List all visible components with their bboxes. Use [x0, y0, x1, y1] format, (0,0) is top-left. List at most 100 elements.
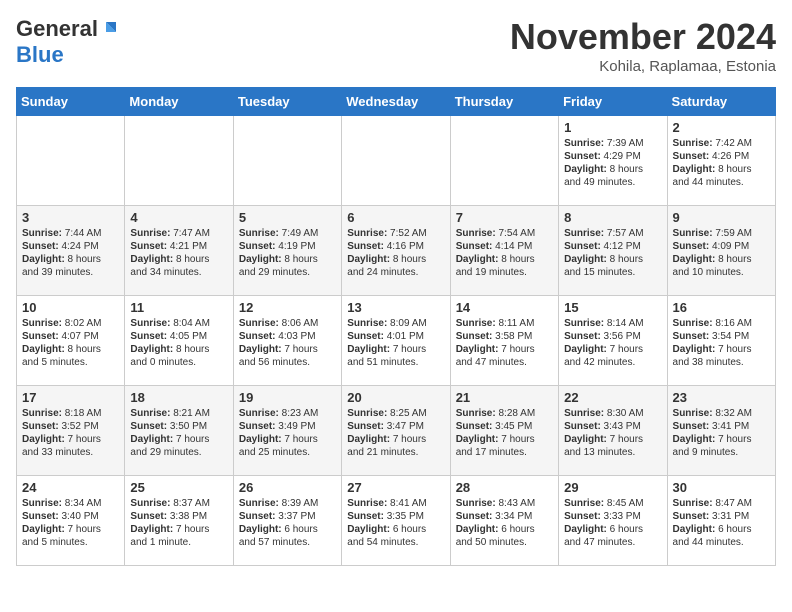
day-number: 22 [564, 390, 661, 405]
calendar-cell: 14Sunrise: 8:11 AMSunset: 3:58 PMDayligh… [450, 296, 558, 386]
calendar-week-0: 1Sunrise: 7:39 AMSunset: 4:29 PMDaylight… [17, 116, 776, 206]
calendar-cell [125, 116, 233, 206]
calendar-cell: 3Sunrise: 7:44 AMSunset: 4:24 PMDaylight… [17, 206, 125, 296]
calendar-cell: 15 Sunrise: 8:14 AMSunset: 3:56 PMDayligh… [559, 296, 667, 386]
calendar-cell [233, 116, 341, 206]
logo-blue: Blue [16, 42, 64, 67]
calendar-cell: 30Sunrise: 8:47 AMSunset: 3:31 PMDayligh… [667, 476, 775, 566]
calendar-cell: 12 Sunrise: 8:06 AMSunset: 4:03 PMDayligh… [233, 296, 341, 386]
day-info: Sunrise: 8:09 AM [347, 317, 444, 330]
calendar-cell: 1Sunrise: 7:39 AMSunset: 4:29 PMDaylight… [559, 116, 667, 206]
day-info: Sunrise: 8:47 AM [673, 497, 770, 510]
calendar-cell: 8Sunrise: 7:57 AMSunset: 4:12 PMDaylight… [559, 206, 667, 296]
day-number: 10 [22, 300, 119, 315]
day-number: 28 [456, 480, 553, 495]
day-info: Sunset: 4:26 PM [673, 150, 770, 163]
day-info: Sunrise: 8:32 AM [673, 407, 770, 420]
day-info: Sunset: 3:35 PM [347, 510, 444, 523]
daylight-hours: Daylight: 8 hours and 44 minutes. [673, 163, 770, 189]
day-info: Sunset: 3:38 PM [130, 510, 227, 523]
calendar-cell: 4Sunrise: 7:47 AMSunset: 4:21 PMDaylight… [125, 206, 233, 296]
daylight-hours: Daylight: 8 hours and 0 minutes. [130, 343, 227, 369]
day-number: 12 [239, 300, 336, 315]
calendar-cell: 23Sunrise: 8:32 AMSunset: 3:41 PMDayligh… [667, 386, 775, 476]
day-info: Sunrise: 7:59 AM [673, 227, 770, 240]
day-info: Sunset: 3:49 PM [239, 420, 336, 433]
day-info: Sunrise: 8:43 AM [456, 497, 553, 510]
day-info: Sunrise: 8:04 AM [130, 317, 227, 330]
day-info: Sunrise: 7:52 AM [347, 227, 444, 240]
daylight-hours: Daylight: 7 hours and 25 minutes. [239, 433, 336, 459]
day-number: 20 [347, 390, 444, 405]
day-info: Sunrise: 8:41 AM [347, 497, 444, 510]
day-info: Sunset: 4:21 PM [130, 240, 227, 253]
calendar-cell: 22Sunrise: 8:30 AMSunset: 3:43 PMDayligh… [559, 386, 667, 476]
day-info: Sunset: 3:33 PM [564, 510, 661, 523]
header: General Blue November 2024 Kohila, Rapla… [16, 16, 776, 75]
daylight-hours: Daylight: 7 hours and 33 minutes. [22, 433, 119, 459]
day-info: Sunrise: 7:57 AM [564, 227, 661, 240]
daylight-hours: Daylight: 8 hours and 29 minutes. [239, 253, 336, 279]
col-header-friday: Friday [559, 88, 667, 116]
day-info: Sunset: 3:40 PM [22, 510, 119, 523]
daylight-hours: Daylight: 7 hours and 29 minutes. [130, 433, 227, 459]
day-number: 15 [564, 300, 661, 315]
day-info: Sunset: 4:03 PM [239, 330, 336, 343]
daylight-hours: Daylight: 7 hours and 56 minutes. [239, 343, 336, 369]
day-number: 29 [564, 480, 661, 495]
day-info: Sunrise: 8:14 AM [564, 317, 661, 330]
daylight-hours: Daylight: 7 hours and 1 minute. [130, 523, 227, 549]
day-info: Sunrise: 8:28 AM [456, 407, 553, 420]
daylight-hours: Daylight: 8 hours and 34 minutes. [130, 253, 227, 279]
day-number: 13 [347, 300, 444, 315]
calendar-cell: 26Sunrise: 8:39 AMSunset: 3:37 PMDayligh… [233, 476, 341, 566]
month-title: November 2024 [510, 16, 776, 58]
calendar-cell: 24Sunrise: 8:34 AMSunset: 3:40 PMDayligh… [17, 476, 125, 566]
calendar-body: 1Sunrise: 7:39 AMSunset: 4:29 PMDaylight… [17, 116, 776, 566]
calendar-cell: 5Sunrise: 7:49 AMSunset: 4:19 PMDaylight… [233, 206, 341, 296]
calendar-cell: 27Sunrise: 8:41 AMSunset: 3:35 PMDayligh… [342, 476, 450, 566]
daylight-hours: Daylight: 6 hours and 54 minutes. [347, 523, 444, 549]
calendar-header-row: SundayMondayTuesdayWednesdayThursdayFrid… [17, 88, 776, 116]
daylight-hours: Daylight: 8 hours and 49 minutes. [564, 163, 661, 189]
day-info: Sunrise: 8:06 AM [239, 317, 336, 330]
day-info: Sunset: 3:47 PM [347, 420, 444, 433]
daylight-hours: Daylight: 6 hours and 50 minutes. [456, 523, 553, 549]
daylight-hours: Daylight: 6 hours and 47 minutes. [564, 523, 661, 549]
daylight-hours: Daylight: 7 hours and 21 minutes. [347, 433, 444, 459]
logo-arrow-icon [98, 18, 120, 40]
day-info: Sunset: 4:01 PM [347, 330, 444, 343]
col-header-sunday: Sunday [17, 88, 125, 116]
col-header-saturday: Saturday [667, 88, 775, 116]
day-number: 26 [239, 480, 336, 495]
calendar-week-4: 24Sunrise: 8:34 AMSunset: 3:40 PMDayligh… [17, 476, 776, 566]
day-info: Sunset: 3:56 PM [564, 330, 661, 343]
calendar-cell: 20 Sunrise: 8:25 AMSunset: 3:47 PMDayligh… [342, 386, 450, 476]
daylight-hours: Daylight: 7 hours and 51 minutes. [347, 343, 444, 369]
day-info: Sunset: 4:07 PM [22, 330, 119, 343]
day-number: 25 [130, 480, 227, 495]
day-info: Sunrise: 8:25 AM [347, 407, 444, 420]
day-number: 4 [130, 210, 227, 225]
calendar-cell [450, 116, 558, 206]
daylight-hours: Daylight: 7 hours and 5 minutes. [22, 523, 119, 549]
day-number: 11 [130, 300, 227, 315]
daylight-hours: Daylight: 7 hours and 17 minutes. [456, 433, 553, 459]
calendar-cell: 13 Sunrise: 8:09 AMSunset: 4:01 PMDayligh… [342, 296, 450, 386]
day-info: Sunset: 3:31 PM [673, 510, 770, 523]
day-info: Sunset: 4:14 PM [456, 240, 553, 253]
day-info: Sunset: 4:05 PM [130, 330, 227, 343]
daylight-hours: Daylight: 7 hours and 42 minutes. [564, 343, 661, 369]
day-number: 18 [130, 390, 227, 405]
day-number: 3 [22, 210, 119, 225]
day-number: 1 [564, 120, 661, 135]
calendar-cell: 6Sunrise: 7:52 AMSunset: 4:16 PMDaylight… [342, 206, 450, 296]
day-info: Sunrise: 8:21 AM [130, 407, 227, 420]
calendar-cell: 17Sunrise: 8:18 AMSunset: 3:52 PMDayligh… [17, 386, 125, 476]
calendar-cell: 29 Sunrise: 8:45 AMSunset: 3:33 PMDayligh… [559, 476, 667, 566]
day-info: Sunset: 3:37 PM [239, 510, 336, 523]
day-number: 8 [564, 210, 661, 225]
logo: General Blue [16, 16, 120, 68]
day-info: Sunrise: 8:45 AM [564, 497, 661, 510]
day-info: Sunrise: 7:54 AM [456, 227, 553, 240]
